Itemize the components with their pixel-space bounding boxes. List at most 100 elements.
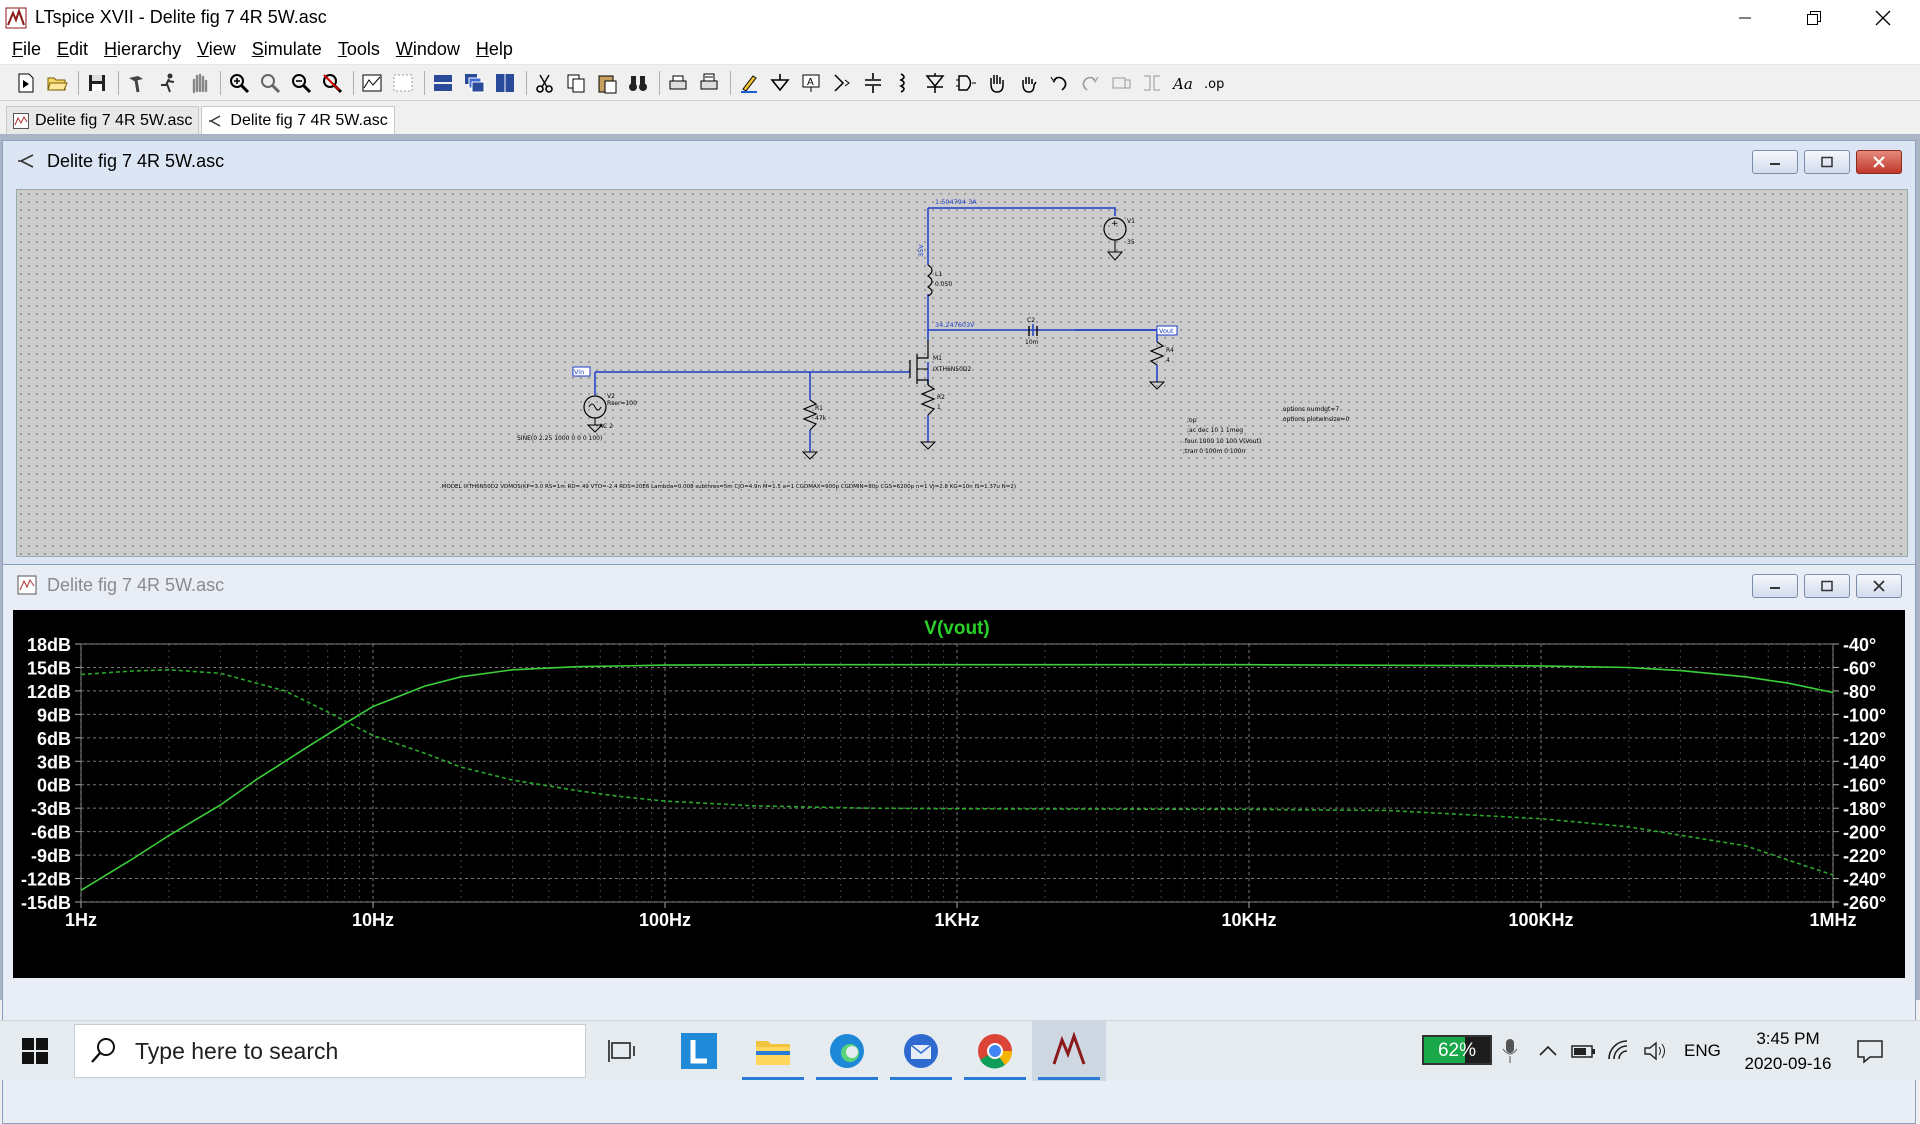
tab-schematic[interactable]: Delite fig 7 4R 5W.asc <box>201 106 395 134</box>
battery-indicator[interactable]: 62% <box>1422 1035 1492 1065</box>
control-panel-button[interactable] <box>123 69 151 97</box>
wifi-icon[interactable] <box>1606 1039 1634 1063</box>
diode-button[interactable] <box>921 69 949 97</box>
schematic-close-button[interactable] <box>1856 150 1902 174</box>
menu-hierarchy[interactable]: Hierarchy <box>96 36 189 63</box>
taskbar-search-box[interactable]: Type here to search <box>74 1024 586 1078</box>
capacitor-icon <box>834 74 850 92</box>
cascade-button[interactable] <box>460 69 488 97</box>
move-button[interactable] <box>983 69 1011 97</box>
tab-waveform[interactable]: Delite fig 7 4R 5W.asc <box>6 106 200 134</box>
autorange-icon <box>362 74 382 92</box>
v1-voltage-source[interactable]: + <box>1103 217 1127 261</box>
redo-button[interactable] <box>1076 69 1104 97</box>
close-icon <box>1873 156 1885 168</box>
rotate-button[interactable] <box>1107 69 1135 97</box>
zoom-rect-button[interactable] <box>389 69 417 97</box>
schematic-canvas[interactable]: + 1.504794 3A 35V 34.247603V Vin Vout V1… <box>16 189 1908 557</box>
undo-button[interactable] <box>1045 69 1073 97</box>
model-directive: .MODEL IXTH6N50D2 VDMOS(KP=3.0 RS=1m RD=… <box>440 484 1016 490</box>
open-button[interactable] <box>43 69 71 97</box>
taskbar-app-chrome[interactable] <box>958 1021 1032 1081</box>
halt-button[interactable] <box>185 69 213 97</box>
component-labels: V1 35 L1 0.050 C2 10m R4 4 M1 IXTH6N50D2… <box>440 218 1349 490</box>
l1-inductor[interactable] <box>926 264 933 297</box>
menu-edit[interactable]: Edit <box>49 36 96 63</box>
l1-name: L1 <box>935 271 942 278</box>
node-top-label: 35V <box>917 244 925 257</box>
task-view-button[interactable] <box>586 1021 660 1081</box>
draw-wire-button[interactable] <box>735 69 763 97</box>
chevron-up-icon[interactable] <box>1536 1039 1560 1063</box>
cut-button[interactable] <box>531 69 559 97</box>
autorange-button[interactable] <box>358 69 386 97</box>
schematic-icon <box>18 154 34 168</box>
menu-window[interactable]: Window <box>388 36 468 63</box>
minimize-button[interactable] <box>1710 0 1779 35</box>
close-button[interactable] <box>1848 0 1917 35</box>
menu-view[interactable]: View <box>189 36 244 63</box>
m1-mosfet[interactable] <box>909 340 929 385</box>
restore-button[interactable] <box>1779 0 1848 35</box>
notifications-button[interactable] <box>1842 1021 1898 1081</box>
drag-button[interactable] <box>1014 69 1042 97</box>
clock[interactable]: 3:45 PM 2020-09-16 <box>1728 1026 1848 1076</box>
volume-icon[interactable] <box>1642 1039 1670 1063</box>
toolbar-separator <box>730 71 731 95</box>
menu-tools[interactable]: Tools <box>330 36 388 63</box>
tile-vertical-button[interactable] <box>491 69 519 97</box>
component-icon <box>956 75 976 91</box>
print-button[interactable] <box>664 69 692 97</box>
run-button[interactable] <box>154 69 182 97</box>
language-indicator[interactable]: ENG <box>1684 1041 1721 1061</box>
tab-label: Delite fig 7 4R 5W.asc <box>230 111 388 129</box>
ground-button[interactable] <box>766 69 794 97</box>
paste-button[interactable] <box>593 69 621 97</box>
menu-help[interactable]: Help <box>468 36 521 63</box>
svg-text:Aa: Aa <box>1172 75 1193 93</box>
y-right-tick-label: -100° <box>1843 705 1886 725</box>
capacitor-button[interactable] <box>828 69 856 97</box>
clock-time: 3:45 PM <box>1756 1029 1820 1048</box>
spice-directive-button[interactable]: .op <box>1200 69 1228 97</box>
taskbar-app-lightshot[interactable] <box>662 1021 736 1081</box>
zoom-fit-button[interactable] <box>318 69 346 97</box>
waveform-chart: 1Hz 10Hz 100Hz 1KHz 10KHz 100KHz 1MHz 18dB 15dB 1… <box>21 618 1886 930</box>
menu-simulate[interactable]: Simulate <box>244 36 330 63</box>
resistor-button[interactable] <box>859 69 887 97</box>
pan-button[interactable] <box>256 69 284 97</box>
zoom-out-button[interactable] <box>287 69 315 97</box>
magnifier-icon <box>261 74 281 94</box>
resistor-icon <box>865 73 881 93</box>
waveform-minimize-button[interactable] <box>1752 574 1798 598</box>
ltspice-logo-icon <box>5 7 27 28</box>
find-button[interactable] <box>624 69 652 97</box>
schematic-minimize-button[interactable] <box>1752 150 1798 174</box>
toolbar-separator <box>118 71 119 95</box>
schematic-maximize-button[interactable] <box>1804 150 1850 174</box>
print-preview-button[interactable] <box>695 69 723 97</box>
start-button[interactable] <box>0 1021 70 1081</box>
taskbar-app-file-explorer[interactable] <box>736 1021 810 1081</box>
text-button[interactable]: Aa <box>1169 69 1197 97</box>
component-button[interactable] <box>952 69 980 97</box>
menu-file[interactable]: File <box>4 36 49 63</box>
taskbar-app-ltspice[interactable] <box>1032 1021 1106 1081</box>
microphone-icon[interactable] <box>1498 1037 1522 1065</box>
mirror-button[interactable] <box>1138 69 1166 97</box>
battery-icon[interactable] <box>1570 1039 1598 1063</box>
waveform-close-button[interactable] <box>1856 574 1902 598</box>
inductor-button[interactable] <box>890 69 918 97</box>
copy-button[interactable] <box>562 69 590 97</box>
taskbar-app-thunderbird[interactable] <box>884 1021 958 1081</box>
new-schematic-button[interactable] <box>12 69 40 97</box>
label-net-button[interactable]: A <box>797 69 825 97</box>
zoom-in-button[interactable] <box>225 69 253 97</box>
y-left-tick-label: 9dB <box>37 705 71 725</box>
waveform-plot[interactable]: 1Hz 10Hz 100Hz 1KHz 10KHz 100KHz 1MHz 18dB 15dB 1… <box>13 610 1905 978</box>
mirror-icon <box>1144 75 1160 91</box>
tile-horizontal-button[interactable] <box>429 69 457 97</box>
save-button[interactable] <box>83 69 111 97</box>
taskbar-app-edge[interactable] <box>810 1021 884 1081</box>
waveform-maximize-button[interactable] <box>1804 574 1850 598</box>
